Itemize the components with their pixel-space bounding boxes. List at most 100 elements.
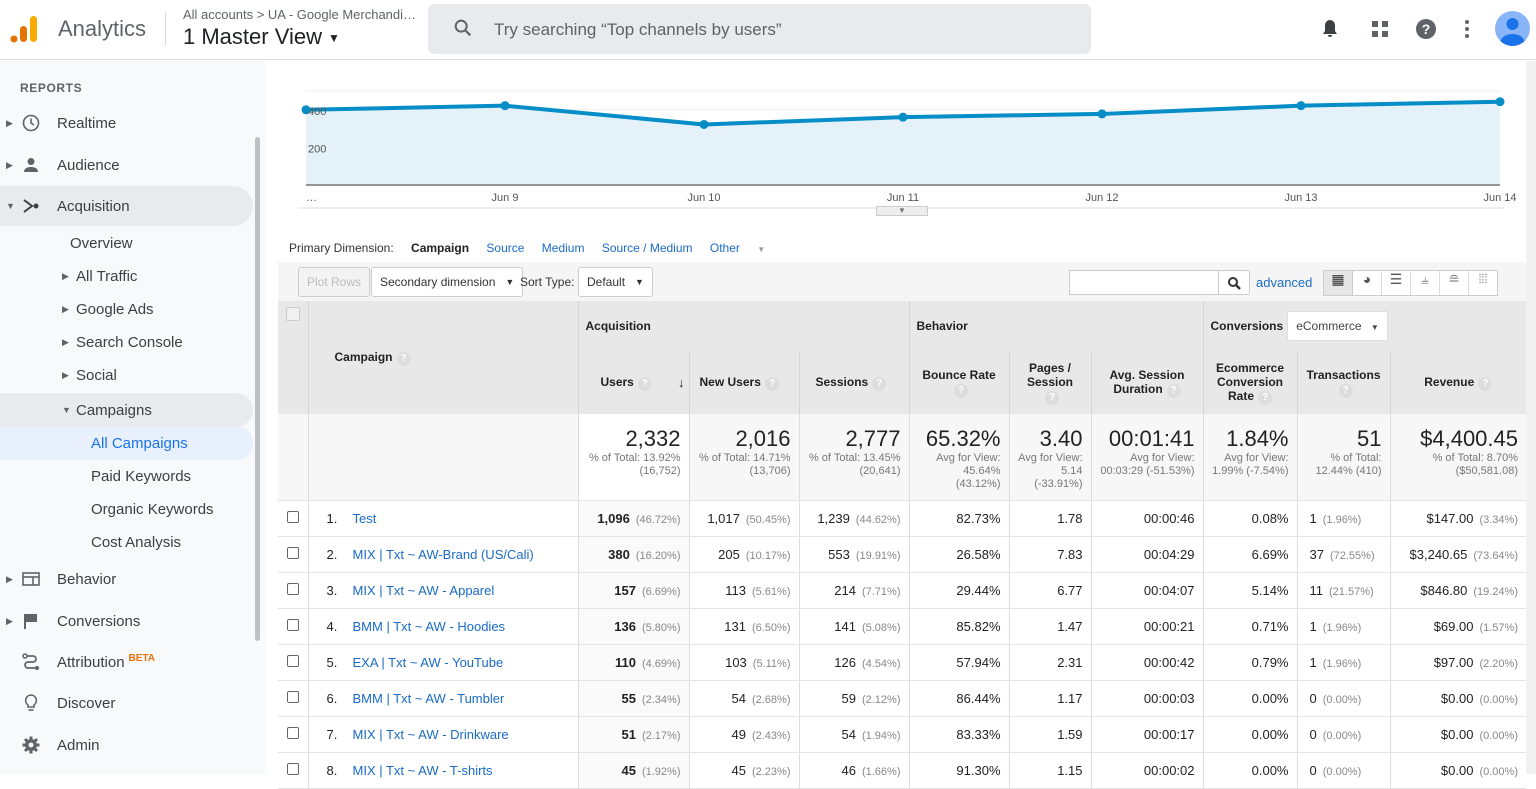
campaign-link[interactable]: EXA | Txt ~ AW - YouTube xyxy=(353,655,504,670)
help-icon[interactable]: ? xyxy=(1338,383,1353,398)
avatar[interactable] xyxy=(1495,11,1530,46)
sidebar-item-attribution[interactable]: Attribution BETA xyxy=(0,642,253,682)
campaign-link[interactable]: MIX | Txt ~ AW - T-shirts xyxy=(353,763,493,778)
secondary-dimension-dropdown[interactable]: Secondary dimension ▼ xyxy=(371,267,524,297)
filter-search-button[interactable] xyxy=(1218,270,1250,295)
conversions-type-dropdown[interactable]: eCommerce ▼ xyxy=(1287,311,1388,341)
users-cell: 45 (1.92%) xyxy=(577,752,689,789)
view-selector[interactable]: 1 Master View ▼ xyxy=(183,24,340,50)
row-checkbox[interactable] xyxy=(286,654,299,667)
sidebar-item-admin[interactable]: Admin xyxy=(0,725,253,765)
help-icon[interactable]: ? xyxy=(764,376,779,391)
analytics-logo[interactable] xyxy=(10,14,40,44)
campaign-header[interactable]: Campaign? xyxy=(307,301,578,414)
transactions-header[interactable]: Transactions? xyxy=(1296,351,1390,414)
sidebar-scrollbar[interactable] xyxy=(255,137,260,641)
comparison-view-icon[interactable]: ⫨ xyxy=(1411,271,1440,295)
sidebar-item-label: All Campaigns xyxy=(91,434,188,452)
duration-cell: 00:00:02 xyxy=(1090,752,1203,789)
revenue-header[interactable]: Revenue? xyxy=(1389,351,1526,414)
sidebar-item-label: Conversions xyxy=(57,612,141,630)
ecr-cell: 0.79% xyxy=(1202,644,1297,681)
sessions-cell: 1,239 (44.62%) xyxy=(798,500,909,537)
table-filter-input[interactable] xyxy=(1069,270,1219,295)
dimension-other[interactable]: Other ▼ xyxy=(710,241,779,255)
row-checkbox[interactable] xyxy=(286,618,299,631)
new-users-value: 49 xyxy=(731,726,746,742)
help-icon[interactable]: ? xyxy=(1045,390,1059,405)
campaign-link[interactable]: BMM | Txt ~ AW - Tumbler xyxy=(353,691,505,706)
help-icon[interactable]: ? xyxy=(1414,17,1438,41)
dimension-source[interactable]: Source xyxy=(486,241,524,255)
campaign-link[interactable]: MIX | Txt ~ AW - Drinkware xyxy=(353,727,509,742)
sidebar-item-all-campaigns[interactable]: All Campaigns xyxy=(0,426,253,460)
pie-view-icon[interactable]: ◕ xyxy=(1353,271,1382,295)
row-checkbox[interactable] xyxy=(286,762,299,775)
term-cloud-icon[interactable]: ≘ xyxy=(1440,271,1469,295)
help-icon[interactable]: ? xyxy=(1166,383,1181,398)
sidebar-item-realtime[interactable]: ▶ Realtime xyxy=(0,103,253,143)
sidebar-item-social[interactable]: ▶ Social xyxy=(0,355,253,395)
help-icon[interactable]: ? xyxy=(1258,390,1272,405)
totals-sessions: 2,777% of Total: 13.45% (20,641) xyxy=(798,414,909,501)
transactions-percent: (21.57%) xyxy=(1329,585,1374,598)
more-vert-icon[interactable] xyxy=(1455,17,1479,41)
users-header[interactable]: Users? ↓ xyxy=(577,351,689,414)
sidebar-item-behavior[interactable]: ▶ Behavior xyxy=(0,559,253,599)
dimension-medium[interactable]: Medium xyxy=(542,241,585,255)
sort-type-dropdown[interactable]: Default ▼ xyxy=(578,267,653,297)
row-checkbox[interactable] xyxy=(286,726,299,739)
search-bar[interactable]: Try searching “Top channels by users” xyxy=(428,4,1091,54)
search-placeholder: Try searching “Top channels by users” xyxy=(494,20,782,39)
apps-grid-icon[interactable] xyxy=(1368,17,1392,41)
advanced-filter-link[interactable]: advanced xyxy=(1256,275,1312,290)
revenue-value: $0.00 xyxy=(1440,726,1474,742)
help-icon[interactable]: ? xyxy=(396,351,411,366)
sidebar-item-paid-keywords[interactable]: Paid Keywords xyxy=(0,459,253,493)
dimension-source-medium[interactable]: Source / Medium xyxy=(602,241,693,255)
new-users-percent: (2.43%) xyxy=(751,729,791,742)
avg-session-duration-header[interactable]: Avg. Session Duration? xyxy=(1090,351,1203,414)
plot-rows-button[interactable]: Plot Rows xyxy=(298,267,371,297)
sidebar-item-label: Paid Keywords xyxy=(91,467,192,485)
sidebar-item-conversions[interactable]: ▶ Conversions xyxy=(0,601,253,641)
totals-empty xyxy=(307,414,578,501)
campaign-cell: 4. BMM | Txt ~ AW - Hoodies xyxy=(307,608,578,645)
ecommerce-rate-header[interactable]: Ecommerce Conversion Rate? xyxy=(1202,351,1297,414)
select-all-checkbox[interactable] xyxy=(285,307,300,321)
help-icon[interactable]: ? xyxy=(954,383,968,398)
page-scrollbar[interactable] xyxy=(1526,61,1536,774)
breadcrumb[interactable]: All accounts > UA - Google Merchandi… xyxy=(183,7,416,22)
sessions-header[interactable]: Sessions? xyxy=(798,351,909,414)
help-icon[interactable]: ? xyxy=(1478,376,1493,391)
totals-ecr: 1.84% Avg for View: 1.99% (-7.54%) xyxy=(1202,414,1297,501)
help-icon[interactable]: ? xyxy=(872,376,887,391)
bounce-rate-header[interactable]: Bounce Rate? xyxy=(908,351,1009,414)
sidebar-item-audience[interactable]: ▶ Audience xyxy=(0,145,253,185)
row-checkbox[interactable] xyxy=(286,546,299,559)
performance-view-icon[interactable]: ☰ xyxy=(1382,271,1411,295)
sidebar-item-campaigns[interactable]: ▼ Campaigns xyxy=(0,393,253,427)
users-value: 136 xyxy=(614,618,636,634)
totals-row: 2,332% of Total: 13.92% (16,752) 2,016% … xyxy=(278,414,1526,501)
row-checkbox[interactable] xyxy=(286,690,299,703)
bell-icon[interactable] xyxy=(1318,17,1342,41)
campaign-link[interactable]: Test xyxy=(353,511,377,526)
chart-collapse-toggle[interactable]: ▼ xyxy=(876,206,928,216)
help-icon[interactable]: ? xyxy=(637,376,652,391)
sort-desc-icon[interactable]: ↓ xyxy=(678,375,685,390)
sidebar-item-discover[interactable]: Discover xyxy=(0,683,253,723)
sidebar-item-organic-keywords[interactable]: Organic Keywords xyxy=(0,492,253,526)
new-users-header[interactable]: New Users? xyxy=(688,351,799,414)
campaign-link[interactable]: MIX | Txt ~ AW - Apparel xyxy=(353,583,495,598)
table-view-icon[interactable]: ▦ xyxy=(1324,271,1353,295)
campaign-link[interactable]: MIX | Txt ~ AW-Brand (US/Cali) xyxy=(353,547,534,562)
pivot-view-icon[interactable]: ⦙⦙⦙ xyxy=(1469,271,1497,295)
campaign-link[interactable]: BMM | Txt ~ AW - Hoodies xyxy=(353,619,506,634)
row-checkbox[interactable] xyxy=(286,582,299,595)
transactions-cell: 0 (0.00%) xyxy=(1296,752,1390,789)
sidebar-item-cost-analysis[interactable]: Cost Analysis xyxy=(0,525,253,559)
pages-session-header[interactable]: Pages / Session? xyxy=(1008,351,1091,414)
sidebar-item-acquisition[interactable]: ▼ Acquisition xyxy=(0,186,253,226)
row-checkbox[interactable] xyxy=(286,510,299,523)
